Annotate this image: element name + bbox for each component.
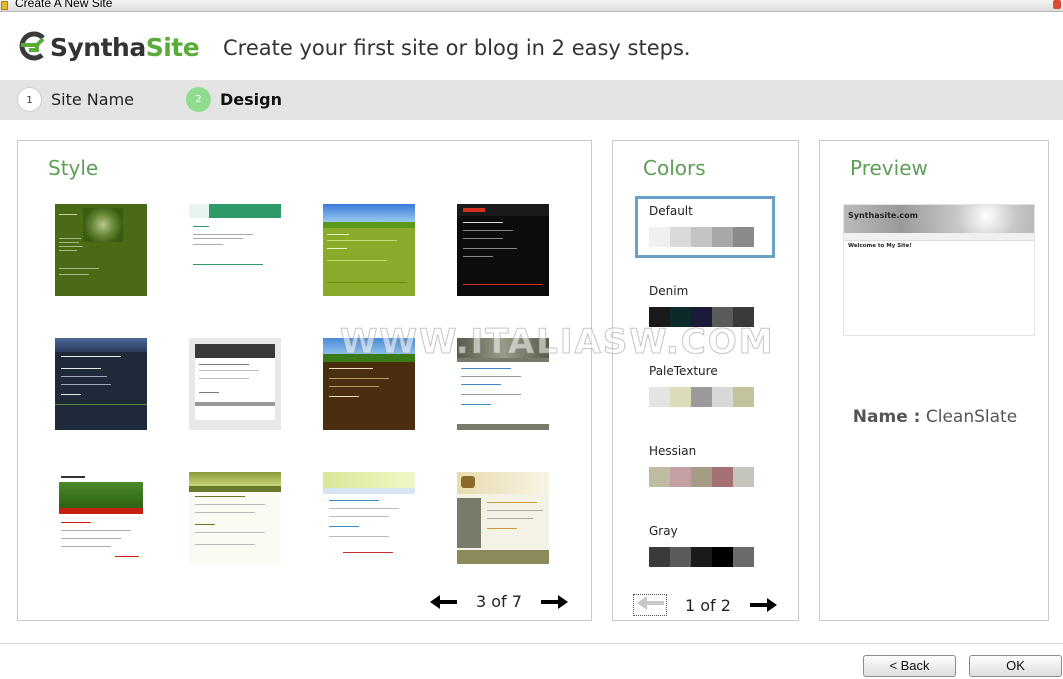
previous-page-arrow-icon[interactable] xyxy=(428,594,458,610)
step-number-badge: 2 xyxy=(186,87,211,112)
logo-wordmark: SynthaSite xyxy=(50,33,200,62)
color-swatches xyxy=(649,307,754,327)
style-thumbnail[interactable] xyxy=(189,338,281,430)
style-pager: 3 of 7 xyxy=(428,592,570,611)
theme-preview-image: Synthasite.com Welcome to My Site! xyxy=(843,204,1035,336)
color-scheme-name: Default xyxy=(649,204,693,218)
window-icon xyxy=(1,1,8,10)
color-scheme-default[interactable]: Default xyxy=(635,196,775,258)
color-swatches xyxy=(649,387,754,407)
style-thumbnail[interactable] xyxy=(55,204,147,296)
colors-panel-title: Colors xyxy=(643,156,706,180)
step-number-badge: 1 xyxy=(17,87,42,112)
color-scheme-name: PaleTexture xyxy=(649,364,718,378)
style-thumbnail[interactable] xyxy=(55,338,147,430)
color-scheme-gray[interactable]: Gray xyxy=(635,516,775,578)
preview-site-title: Synthasite.com xyxy=(848,211,918,220)
preview-theme-name: Name : CleanSlate xyxy=(852,407,1018,427)
footer-divider xyxy=(0,643,1063,644)
window-title: Create A New Site xyxy=(15,0,113,10)
header-tagline: Create your first site or blog in 2 easy… xyxy=(223,36,691,60)
style-thumbnail[interactable] xyxy=(457,204,549,296)
preview-panel-title: Preview xyxy=(850,156,928,180)
synthasite-logo-icon xyxy=(19,31,45,61)
back-button[interactable]: < Back xyxy=(863,655,956,677)
color-scheme-name: Hessian xyxy=(649,444,697,458)
style-thumbnail[interactable] xyxy=(457,472,549,564)
colors-page-indicator: 1 of 2 xyxy=(685,595,731,615)
step-label: Site Name xyxy=(51,90,135,109)
synthasite-logo: SynthaSite xyxy=(17,31,200,71)
style-panel-title: Style xyxy=(48,156,99,180)
style-thumbnail[interactable] xyxy=(55,472,147,564)
preview-panel: Preview Synthasite.com Welcome to My Sit… xyxy=(819,140,1049,621)
style-thumbnail[interactable] xyxy=(189,204,281,296)
style-thumbnail[interactable] xyxy=(189,472,281,564)
color-swatches xyxy=(649,227,754,247)
color-scheme-denim[interactable]: Denim xyxy=(635,276,775,338)
window-title-bar: Create A New Site xyxy=(0,0,1063,12)
style-thumbnail[interactable] xyxy=(323,472,415,564)
wizard-steps-bar: 1 Site Name 2 Design xyxy=(0,80,1063,120)
preview-heading: Welcome to My Site! xyxy=(848,243,912,249)
style-page-indicator: 3 of 7 xyxy=(476,592,522,611)
color-scheme-paletexture[interactable]: PaleTexture xyxy=(635,356,775,418)
previous-page-button[interactable] xyxy=(633,594,667,616)
color-swatches xyxy=(649,547,754,567)
close-icon[interactable] xyxy=(1053,0,1061,9)
previous-page-arrow-icon xyxy=(637,596,664,610)
style-panel: Style 3 of 7 xyxy=(17,140,592,621)
colors-panel: Colors Default Denim PaleTexture Hessian… xyxy=(612,140,799,621)
next-page-arrow-icon[interactable] xyxy=(540,594,570,610)
color-scheme-name: Gray xyxy=(649,524,678,538)
ok-button[interactable]: OK xyxy=(969,655,1062,677)
step-label: Design xyxy=(220,90,282,109)
color-scheme-hessian[interactable]: Hessian xyxy=(635,436,775,498)
style-thumbnail[interactable] xyxy=(457,338,549,430)
style-thumbnail[interactable] xyxy=(323,338,415,430)
next-page-arrow-icon[interactable] xyxy=(749,597,779,613)
color-scheme-name: Denim xyxy=(649,284,689,298)
color-swatches xyxy=(649,467,754,487)
style-thumbnail[interactable] xyxy=(323,204,415,296)
colors-pager: 1 of 2 xyxy=(633,594,779,616)
